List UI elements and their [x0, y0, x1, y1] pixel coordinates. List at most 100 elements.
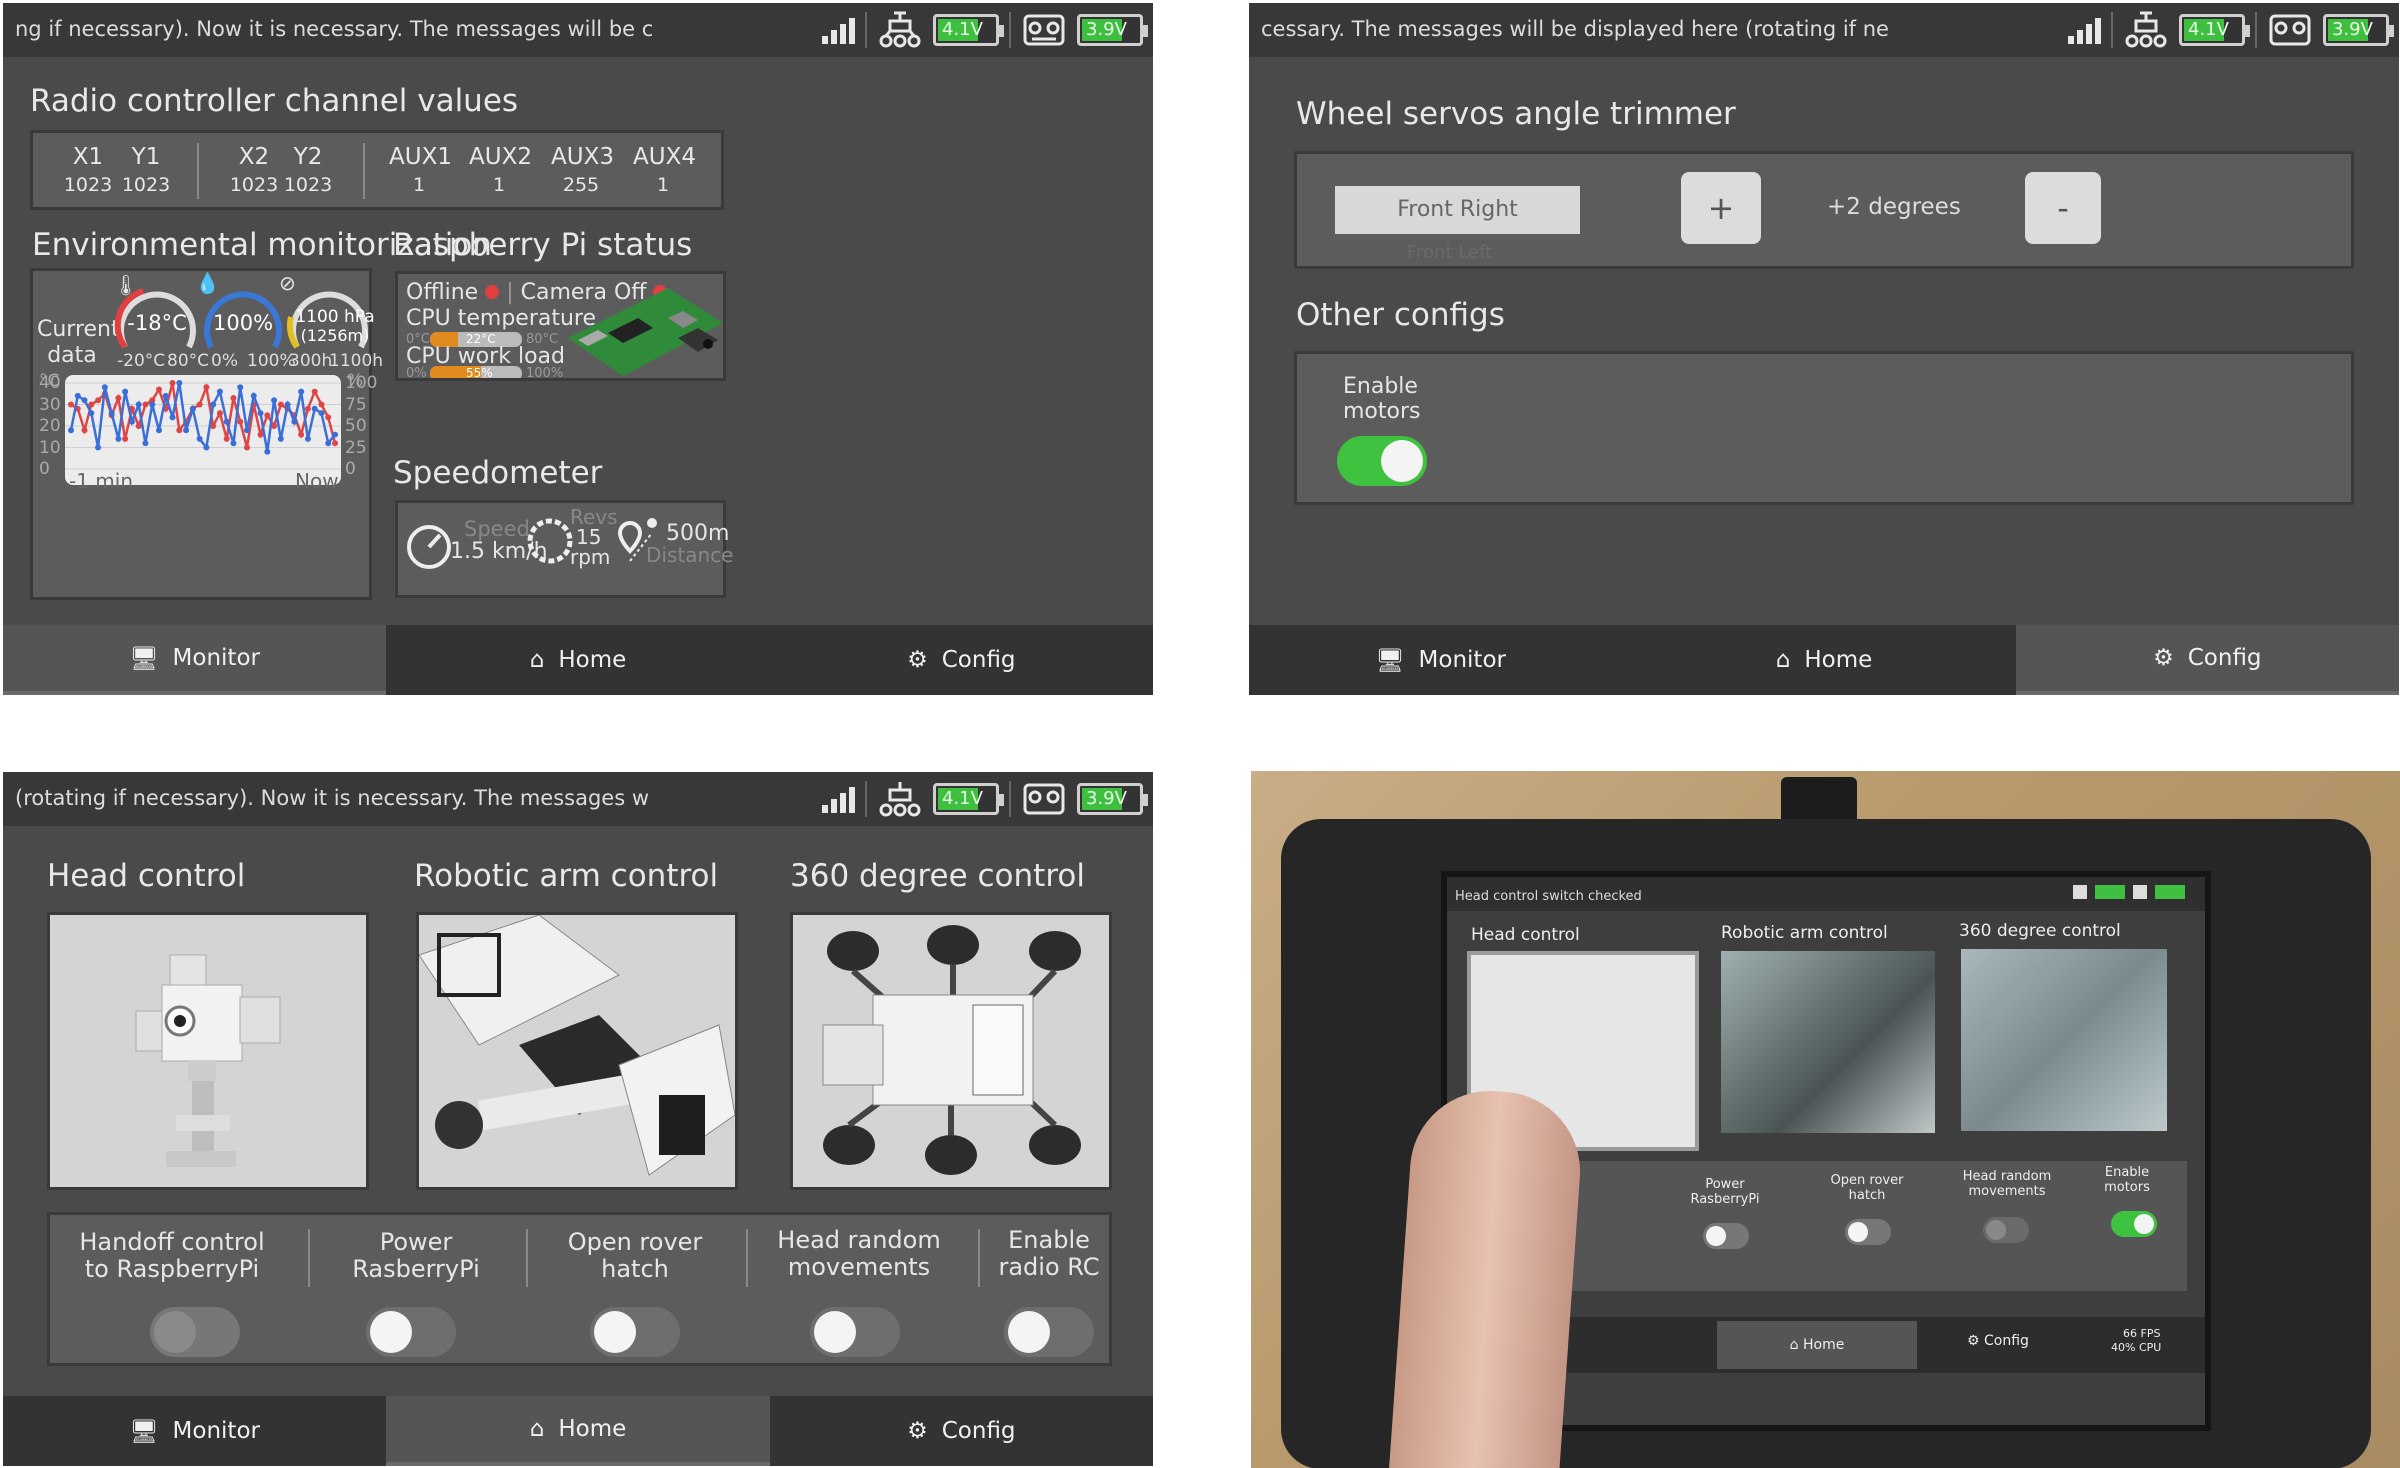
- device-status-msg: Head control switch checked: [1455, 889, 1642, 904]
- chart-point: [216, 388, 223, 395]
- plus-button[interactable]: +: [1681, 172, 1761, 244]
- finger: [1386, 1085, 1586, 1468]
- chart-point: [68, 401, 74, 408]
- tab-config[interactable]: ⚙ Config: [770, 1396, 1153, 1466]
- wheel-selector[interactable]: Front Right: [1335, 186, 1580, 234]
- enable-radio-toggle[interactable]: [1004, 1307, 1094, 1357]
- power-pi-toggle[interactable]: [366, 1307, 456, 1357]
- pi-title: Raspberry Pi status: [393, 227, 693, 263]
- device-head-random: Head random movements: [1962, 1169, 2052, 1199]
- enable-motors-label: Enable motors: [1343, 374, 1421, 424]
- handoff-toggle[interactable]: [150, 1307, 240, 1357]
- status-icons: 4.1V 3.9V: [822, 778, 1148, 820]
- home-icon: ⌂: [1789, 1337, 1803, 1353]
- chart-point: [223, 418, 230, 425]
- channel-x1: X1 1023: [63, 144, 113, 196]
- arm-control-card[interactable]: [416, 912, 738, 1190]
- tab-config[interactable]: ⚙ Config: [2015, 625, 2399, 695]
- chart-left-tick: 20: [39, 416, 61, 436]
- chart-point: [298, 388, 305, 395]
- tab-config[interactable]: ⚙ Config: [770, 625, 1153, 695]
- controller-battery: 3.9V: [1077, 783, 1148, 815]
- chart-point: [135, 423, 142, 429]
- chart-point: [74, 392, 81, 399]
- head-random-toggle[interactable]: [810, 1307, 900, 1357]
- chart-point: [325, 414, 332, 421]
- device-home-tab[interactable]: ⌂ Home: [1717, 1321, 1917, 1369]
- hum-min: 0%: [211, 351, 238, 371]
- status-icons: 4.1V 3.9V: [2068, 9, 2394, 51]
- tab-home[interactable]: ⌂ Home: [1632, 625, 2015, 695]
- status-message: cessary. The messages will be displayed …: [1261, 17, 1889, 41]
- monitor-icon: 🖥: [1375, 647, 1405, 674]
- chart-point: [68, 427, 74, 434]
- signal-icon: [2068, 16, 2101, 44]
- tab-monitor[interactable]: 🖥 Monitor: [3, 1396, 386, 1466]
- press-min: 300h: [289, 351, 333, 371]
- chart-point: [156, 386, 162, 393]
- tab-home-label: Home: [1804, 647, 1873, 673]
- rover-icon: [877, 779, 923, 819]
- chart-point: [298, 431, 305, 438]
- bottom-nav: 🖥 Monitor ⌂ Home ⚙ Config: [3, 625, 1153, 695]
- rover-battery: 4.1V: [933, 14, 1004, 46]
- tab-monitor[interactable]: 🖥 Monitor: [3, 625, 387, 695]
- device-config-label: Config: [1984, 1333, 2029, 1349]
- tab-config-label: Config: [2187, 645, 2262, 671]
- chart-point: [216, 410, 223, 417]
- head-control-card[interactable]: [47, 912, 369, 1190]
- chart-right-tick: 100: [345, 373, 378, 393]
- device-toggle-1[interactable]: [1703, 1223, 1749, 1249]
- chart-right-tick: 25: [345, 437, 367, 458]
- minus-button[interactable]: -: [2025, 172, 2101, 244]
- chart-point: [264, 412, 271, 419]
- chart-point: [318, 401, 325, 408]
- device-fps: 66 FPS: [2123, 1327, 2161, 1340]
- device-toggle-3[interactable]: [1983, 1217, 2029, 1243]
- home-icon: ⌂: [529, 1416, 545, 1442]
- chart-point: [230, 440, 237, 447]
- 360-control-card[interactable]: [790, 912, 1112, 1190]
- controller-icon: [1021, 779, 1067, 819]
- chart-point: [250, 392, 257, 399]
- open-hatch-label: Open rover hatch: [567, 1228, 703, 1283]
- press-alt: (1256m): [300, 326, 370, 345]
- enable-motors-toggle[interactable]: [1337, 436, 1427, 486]
- chart-x-end: Now: [295, 469, 339, 493]
- device-arm-card[interactable]: [1721, 951, 1935, 1133]
- tab-monitor[interactable]: 🖥 Monitor: [1249, 625, 1632, 695]
- chart-point: [284, 401, 291, 408]
- chart-point: [169, 380, 176, 386]
- chart-point: [162, 392, 169, 399]
- device-toggle-4[interactable]: [2111, 1211, 2157, 1237]
- status-message: ng if necessary). Now it is necessary. T…: [15, 17, 654, 41]
- chart-point: [169, 414, 176, 421]
- home-screen: (rotating if necessary). Now it is neces…: [3, 772, 1153, 1466]
- chart-x-start: -1 min: [69, 469, 134, 493]
- chart-point: [101, 384, 108, 391]
- channel-x2: X2 1023: [229, 144, 279, 196]
- tab-home[interactable]: ⌂ Home: [386, 1396, 770, 1466]
- chart-point: [115, 435, 122, 442]
- status-bar: ng if necessary). Now it is necessary. T…: [3, 3, 1153, 57]
- rover-top-view-image: [822, 925, 1081, 1175]
- press-max: 1100h: [329, 351, 384, 371]
- controller-icon: [2267, 10, 2313, 50]
- device-config-tab[interactable]: ⚙ Config: [1967, 1333, 2029, 1349]
- open-hatch-toggle[interactable]: [590, 1307, 680, 1357]
- device-photo: Head control switch checked Head control…: [1251, 771, 2400, 1468]
- status-bar: cessary. The messages will be displayed …: [1249, 3, 2399, 57]
- device-toggle-2[interactable]: [1845, 1219, 1891, 1245]
- other-configs-title: Other configs: [1296, 297, 1505, 333]
- power-pi-label: Power RasberryPi: [352, 1228, 480, 1283]
- pi-offline: Offline: [406, 280, 479, 305]
- temp-value: -18°C: [127, 311, 187, 335]
- chart-point: [210, 401, 217, 408]
- tab-home[interactable]: ⌂ Home: [386, 625, 769, 695]
- device-360-card[interactable]: [1961, 949, 2167, 1131]
- signal-icon: [822, 16, 855, 44]
- degrees-value: +2 degrees: [1827, 194, 1961, 220]
- device-arm-title: Robotic arm control: [1721, 923, 1888, 943]
- pressure-icon: ⊘: [279, 271, 296, 295]
- chart-point: [156, 427, 162, 434]
